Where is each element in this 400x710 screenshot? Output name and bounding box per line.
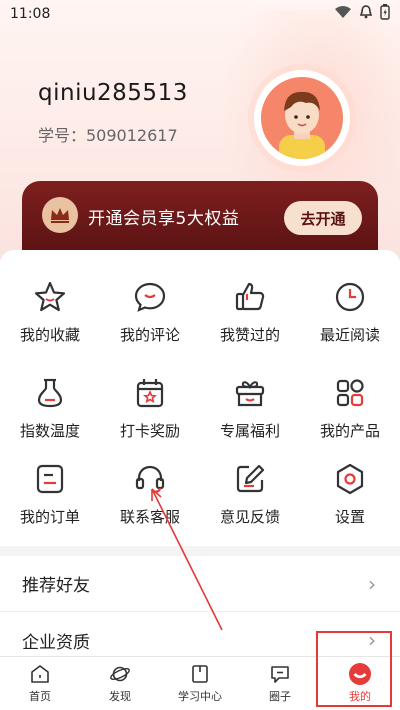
hexagon-settings-icon — [336, 463, 364, 495]
list-item-label: 推荐好友 — [22, 576, 90, 596]
grid-label: 专属福利 — [219, 422, 280, 440]
grid-item-favorites[interactable]: 我的收藏 — [0, 280, 100, 370]
open-vip-button[interactable]: 去开通 — [284, 201, 362, 235]
grid-label: 最近阅读 — [319, 326, 380, 344]
vip-text: 开通会员享5大权益 — [88, 209, 240, 229]
tab-label: 首页 — [29, 690, 51, 703]
grid-item-customer-service[interactable]: 联系客服 — [100, 462, 200, 552]
comment-icon — [134, 282, 166, 312]
chevron-right-icon: › — [368, 571, 376, 596]
home-icon — [31, 665, 49, 683]
calendar-star-icon — [136, 379, 164, 408]
grid-item-index-temperature[interactable]: 指数温度 — [0, 376, 100, 466]
status-bar: 11:08 — [0, 0, 400, 28]
book-icon — [192, 665, 208, 683]
annotation-highlight-box — [316, 631, 392, 707]
gift-box-icon — [235, 381, 265, 407]
grid-item-liked[interactable]: 我赞过的 — [200, 280, 300, 370]
flask-icon — [37, 378, 63, 408]
grid-item-feedback[interactable]: 意见反馈 — [200, 462, 300, 552]
tab-label: 圈子 — [269, 690, 291, 703]
star-icon — [34, 281, 66, 312]
grid-item-comments[interactable]: 我的评论 — [100, 280, 200, 370]
thumbs-up-icon — [235, 282, 265, 311]
order-icon — [36, 464, 64, 494]
grid-item-settings[interactable]: 设置 — [300, 462, 400, 552]
clock-icon — [335, 282, 365, 312]
tab-discover[interactable]: 发现 — [80, 657, 160, 710]
grid-label: 我的评论 — [119, 326, 180, 344]
username: qiniu285513 — [38, 80, 188, 106]
wifi-icon — [334, 5, 352, 23]
grid-apps-icon — [336, 379, 364, 407]
vip-banner[interactable]: 开通会员享5大权益 去开通 — [22, 181, 378, 256]
tab-circle[interactable]: 圈子 — [240, 657, 320, 710]
planet-icon — [110, 666, 130, 682]
chat-bubble-icon — [271, 666, 289, 683]
grid-item-checkin-rewards[interactable]: 打卡奖励 — [100, 376, 200, 466]
grid-label: 意见反馈 — [219, 508, 280, 526]
grid-label: 联系客服 — [119, 508, 180, 526]
alarm-icon — [358, 4, 374, 24]
grid-label: 我的收藏 — [19, 326, 80, 344]
grid-label: 指数温度 — [19, 422, 80, 440]
headset-icon — [135, 465, 165, 494]
grid-item-recent[interactable]: 最近阅读 — [300, 280, 400, 370]
grid-label: 我的订单 — [19, 508, 80, 526]
grid-item-my-products[interactable]: 我的产品 — [300, 376, 400, 466]
grid-label: 设置 — [334, 508, 365, 526]
tab-home[interactable]: 首页 — [0, 657, 80, 710]
tab-label: 发现 — [109, 690, 131, 703]
tab-label: 学习中心 — [178, 690, 222, 703]
crown-icon — [42, 197, 78, 233]
tab-learning-center[interactable]: 学习中心 — [160, 657, 240, 710]
list-item-label: 企业资质 — [22, 632, 90, 653]
list-item-recommend-friends[interactable]: 推荐好友 › — [0, 556, 400, 612]
feedback-edit-icon — [236, 464, 265, 493]
battery-icon — [380, 4, 390, 24]
grid-label: 我赞过的 — [219, 326, 280, 344]
student-id: 学号：509012617 — [38, 126, 178, 145]
avatar[interactable] — [254, 70, 350, 166]
grid-item-exclusive-benefits[interactable]: 专属福利 — [200, 376, 300, 466]
grid-label: 打卡奖励 — [119, 422, 180, 440]
grid-label: 我的产品 — [319, 422, 380, 440]
grid-item-my-orders[interactable]: 我的订单 — [0, 462, 100, 552]
status-time: 11:08 — [10, 6, 51, 22]
avatar-image — [261, 77, 343, 159]
